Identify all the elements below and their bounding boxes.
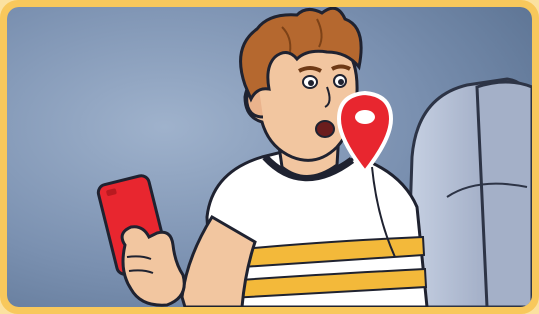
cartoon-illustration bbox=[7, 7, 532, 307]
illustration-scene bbox=[7, 7, 532, 307]
illustration-card bbox=[0, 0, 539, 314]
